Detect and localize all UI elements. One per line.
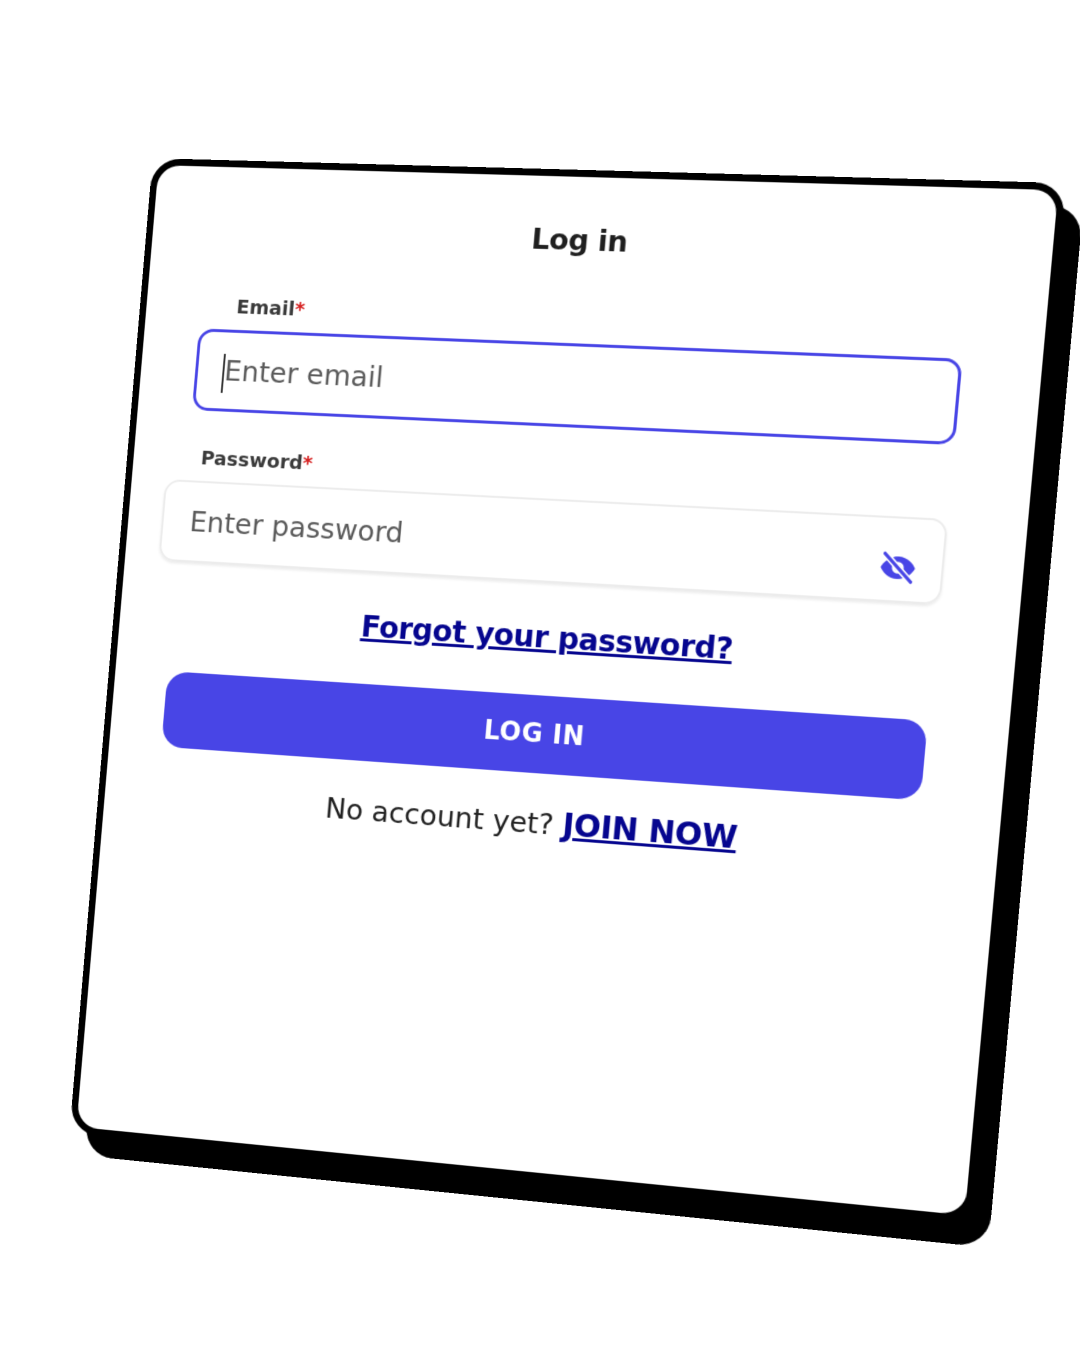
email-field-box[interactable] [191, 328, 963, 446]
forgot-password-link[interactable]: Forgot your password? [173, 599, 937, 680]
email-label-text: Email [235, 294, 296, 321]
join-now-link[interactable]: JOIN NOW [561, 805, 739, 856]
signup-prompt: No account yet? [323, 790, 556, 842]
stage: Log in Email* Password* [0, 0, 1080, 1350]
login-card: Log in Email* Password* [69, 158, 1067, 1224]
eye-slash-icon-svg [876, 547, 919, 588]
login-card-wrapper: Log in Email* Password* [69, 158, 1080, 1248]
password-input[interactable] [188, 504, 915, 578]
email-input[interactable] [223, 353, 929, 418]
email-required-mark: * [293, 296, 306, 321]
password-required-mark: * [301, 450, 314, 475]
login-button[interactable]: LOG IN [161, 671, 928, 801]
password-label-text: Password [199, 445, 304, 475]
eye-slash-icon[interactable] [875, 546, 920, 589]
page-title: Log in [530, 221, 630, 259]
